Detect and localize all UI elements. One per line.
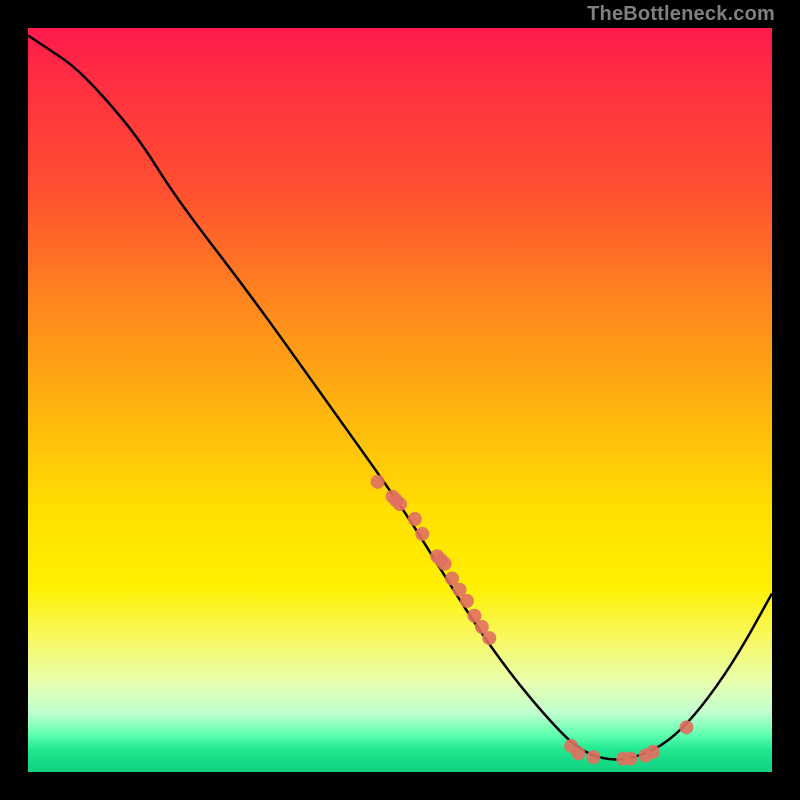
data-marker	[393, 497, 407, 511]
data-markers	[371, 475, 694, 766]
data-marker	[624, 752, 638, 766]
data-marker	[408, 512, 422, 526]
chart-svg	[28, 28, 772, 772]
data-marker	[460, 594, 474, 608]
data-marker	[586, 750, 600, 764]
data-marker	[572, 746, 586, 760]
data-marker	[415, 527, 429, 541]
chart-frame	[24, 24, 776, 776]
data-marker	[679, 720, 693, 734]
data-marker	[482, 631, 496, 645]
attribution-text: TheBottleneck.com	[587, 3, 775, 26]
bottleneck-curve	[28, 35, 772, 759]
data-marker	[371, 475, 385, 489]
data-marker	[438, 557, 452, 571]
data-marker	[646, 745, 660, 759]
